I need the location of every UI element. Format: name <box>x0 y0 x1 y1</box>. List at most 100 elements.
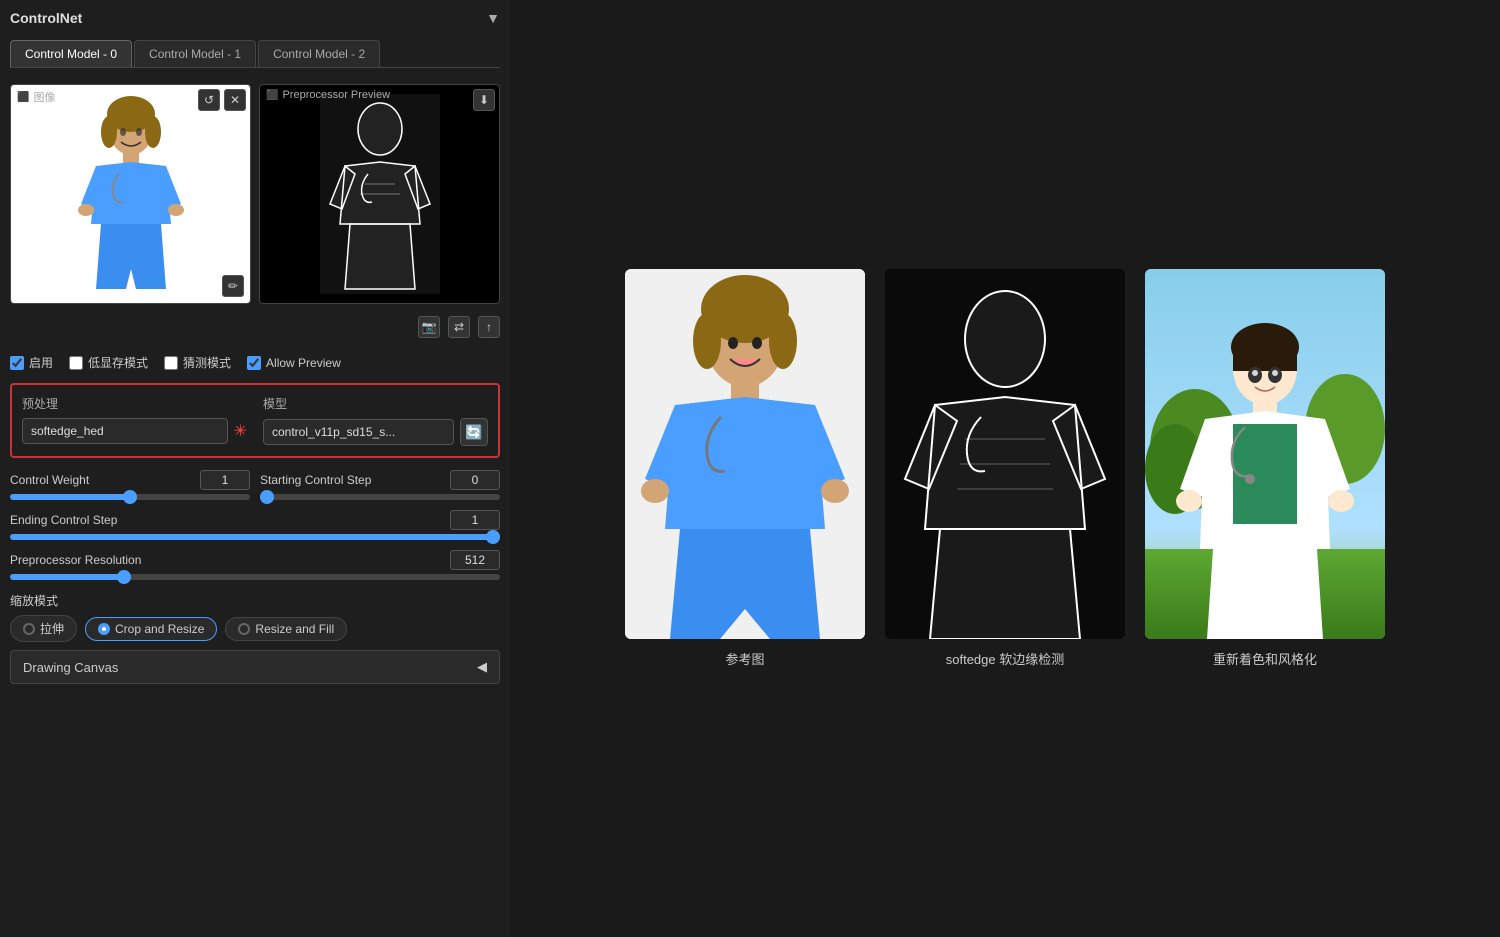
scale-mode-section: 缩放模式 拉伸 Crop and Resize Resize and Fill <box>10 592 500 642</box>
starting-step-label: Starting Control Step <box>260 473 371 487</box>
starting-step-slider-row: Starting Control Step 0 <box>260 470 500 500</box>
low-memory-checkbox[interactable] <box>69 356 83 370</box>
starting-step-header: Starting Control Step 0 <box>260 470 500 490</box>
stretch-radio-dot <box>23 623 35 635</box>
preprocessor-model-box: 预处理 softedge_hed ✳ 模型 control_v11p_sd15_… <box>10 383 500 458</box>
download-preview-btn[interactable]: ⬇ <box>473 89 495 111</box>
tabs-row: Control Model - 0 Control Model - 1 Cont… <box>10 40 500 68</box>
scale-mode-label: 缩放模式 <box>10 592 500 609</box>
preproc-resolution-header: Preprocessor Resolution 512 <box>10 550 500 570</box>
result-item-2: softedge 软边缘检测 <box>885 269 1125 668</box>
swap-tool-btn[interactable]: ⇄ <box>448 316 470 338</box>
drawing-canvas-row[interactable]: Drawing Canvas ◀ <box>10 650 500 684</box>
guess-mode-label: 猜测模式 <box>183 354 231 371</box>
edge-detection-svg <box>885 269 1125 639</box>
options-row: 启用 低显存模式 猜测模式 Allow Preview <box>10 350 500 375</box>
images-row: ⬛ 图像 ↺ ✕ <box>10 84 500 304</box>
anime-style-svg <box>1145 269 1385 639</box>
scale-mode-crop-resize[interactable]: Crop and Resize <box>85 617 217 641</box>
control-weight-input[interactable] <box>10 494 250 500</box>
low-memory-checkbox-item[interactable]: 低显存模式 <box>69 354 148 371</box>
edge-detection-image <box>260 85 499 303</box>
tab-control-model-1[interactable]: Control Model - 1 <box>134 40 256 67</box>
edit-image-btn[interactable]: ✏ <box>222 275 244 297</box>
drawing-canvas-label: Drawing Canvas <box>23 660 118 675</box>
starting-step-value: 0 <box>450 470 500 490</box>
camera-tool-btn[interactable]: 📷 <box>418 316 440 338</box>
spark-icon: ✳ <box>234 421 247 441</box>
image-box-label: ⬛ 图像 <box>17 89 55 105</box>
sliders-section: Control Weight 1 Starting Control Step 0… <box>10 466 500 584</box>
allow-preview-checkbox[interactable] <box>247 356 261 370</box>
low-memory-label: 低显存模式 <box>88 354 148 371</box>
image-box-controls: ↺ ✕ <box>198 89 246 111</box>
panel-header: ControlNet ▼ <box>10 10 500 26</box>
input-image-box: ⬛ 图像 ↺ ✕ <box>10 84 251 304</box>
allow-preview-label: Allow Preview <box>266 356 341 370</box>
guess-mode-checkbox[interactable] <box>164 356 178 370</box>
preproc-resolution-label: Preprocessor Resolution <box>10 553 141 567</box>
result-image-1 <box>625 269 865 639</box>
enable-label: 启用 <box>29 354 53 371</box>
ending-step-slider-row: Ending Control Step 1 <box>10 510 500 540</box>
ending-step-input[interactable] <box>10 534 500 540</box>
preproc-resolution-value: 512 <box>450 550 500 570</box>
resize-fill-radio-dot <box>238 623 250 635</box>
ending-step-label: Ending Control Step <box>10 513 117 527</box>
tab-control-model-0[interactable]: Control Model - 0 <box>10 40 132 67</box>
control-weight-slider-row: Control Weight 1 <box>10 470 250 500</box>
result-caption-2: softedge 软边缘检测 <box>946 649 1065 668</box>
result-item-3: 重新着色和风格化 <box>1145 269 1385 668</box>
ending-step-value: 1 <box>450 510 500 530</box>
crop-resize-radio-label: Crop and Resize <box>115 622 204 636</box>
panel-collapse-arrow[interactable]: ▼ <box>486 10 500 26</box>
close-image-btn[interactable]: ✕ <box>224 89 246 111</box>
upload-tool-btn[interactable]: ↑ <box>478 316 500 338</box>
two-col-sliders: Control Weight 1 Starting Control Step 0 <box>10 470 500 500</box>
control-weight-header: Control Weight 1 <box>10 470 250 490</box>
refresh-image-btn[interactable]: ↺ <box>198 89 220 111</box>
scale-mode-resize-fill[interactable]: Resize and Fill <box>225 617 347 641</box>
result-nurse-svg <box>625 269 865 639</box>
result-caption-1: 参考图 <box>725 649 764 668</box>
right-panel: 参考图 <box>510 0 1500 937</box>
tools-row: 📷 ⇄ ↑ <box>10 312 500 342</box>
preview-box-controls: ⬇ <box>473 89 495 111</box>
tab-control-model-2[interactable]: Control Model - 2 <box>258 40 380 67</box>
edge-figure-svg <box>320 94 440 294</box>
nurse-image[interactable] <box>11 85 250 303</box>
model-label: 模型 <box>263 395 488 412</box>
result-item-1: 参考图 <box>625 269 865 668</box>
preprocessor-select[interactable]: softedge_hed <box>22 418 228 444</box>
enable-checkbox[interactable] <box>10 356 24 370</box>
results-grid: 参考图 <box>625 269 1385 668</box>
result-image-3 <box>1145 269 1385 639</box>
resize-fill-radio-label: Resize and Fill <box>255 622 334 636</box>
preprocessor-label: 预处理 <box>22 395 247 412</box>
nurse-figure-svg <box>71 94 191 294</box>
model-column: 模型 control_v11p_sd15_s... 🔄 <box>263 395 488 446</box>
preproc-resolution-input[interactable] <box>10 574 500 580</box>
crop-resize-radio-dot <box>98 623 110 635</box>
preview-image-box: ⬛ Preprocessor Preview ⬇ <box>259 84 500 304</box>
enable-checkbox-item[interactable]: 启用 <box>10 354 53 371</box>
starting-step-input[interactable] <box>260 494 500 500</box>
model-refresh-btn[interactable]: 🔄 <box>460 418 488 446</box>
preprocessor-column: 预处理 softedge_hed ✳ <box>22 395 247 446</box>
drawing-canvas-arrow: ◀ <box>477 659 487 675</box>
model-select[interactable]: control_v11p_sd15_s... <box>263 419 454 445</box>
allow-preview-checkbox-item[interactable]: Allow Preview <box>247 356 341 370</box>
guess-mode-checkbox-item[interactable]: 猜测模式 <box>164 354 231 371</box>
ending-step-header: Ending Control Step 1 <box>10 510 500 530</box>
radio-group: 拉伸 Crop and Resize Resize and Fill <box>10 615 500 642</box>
preproc-resolution-slider-row: Preprocessor Resolution 512 <box>10 550 500 580</box>
preview-label: ⬛ Preprocessor Preview <box>266 89 390 101</box>
stretch-radio-label: 拉伸 <box>40 620 64 637</box>
panel-title: ControlNet <box>10 10 82 26</box>
scale-mode-stretch[interactable]: 拉伸 <box>10 615 77 642</box>
preprocessor-select-row: softedge_hed ✳ <box>22 418 247 444</box>
result-caption-3: 重新着色和风格化 <box>1213 649 1317 668</box>
control-weight-label: Control Weight <box>10 473 89 487</box>
left-panel: ControlNet ▼ Control Model - 0 Control M… <box>0 0 510 937</box>
result-image-2 <box>885 269 1125 639</box>
